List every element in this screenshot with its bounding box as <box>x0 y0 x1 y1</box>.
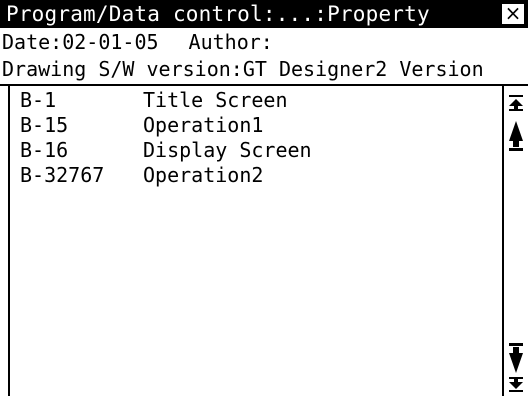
title-bar: Program/Data control:...:Property × <box>0 0 528 28</box>
close-button[interactable]: × <box>501 3 525 25</box>
list-item[interactable]: B-16 Display Screen <box>20 138 482 163</box>
screen-id: B-32767 <box>20 163 105 187</box>
arrow-up-icon <box>509 121 523 151</box>
window-title: Program/Data control:...:Property <box>6 2 430 26</box>
screen-id: B-15 <box>20 113 69 137</box>
scroll-up-button[interactable] <box>504 116 528 156</box>
screen-name: Title Screen <box>143 88 288 112</box>
list-item[interactable]: B-1 Title Screen <box>20 88 482 113</box>
scroll-to-top-button[interactable] <box>504 92 528 114</box>
property-window: Program/Data control:...:Property × Date… <box>0 0 528 396</box>
vertical-scrollbar[interactable] <box>502 86 528 396</box>
date-label: Date:02-01-05 <box>2 30 159 54</box>
screen-list: B-1 Title Screen B-15 Operation1 B-16 Di… <box>20 88 482 396</box>
arrow-down-icon <box>509 343 523 373</box>
list-item[interactable]: B-15 Operation1 <box>20 113 482 138</box>
scroll-to-top-icon <box>509 95 523 111</box>
author-label: Author: <box>188 30 273 54</box>
screen-id: B-16 <box>20 138 69 162</box>
list-item[interactable]: B-32767 Operation2 <box>20 163 482 188</box>
screen-name: Operation2 <box>143 163 264 187</box>
screen-list-box: B-1 Title Screen B-15 Operation1 B-16 Di… <box>8 86 528 396</box>
scroll-to-bottom-button[interactable] <box>504 376 528 394</box>
software-version-line: Drawing S/W version:GT Designer2 Version <box>2 57 484 81</box>
date-author-line: Date:02-01-05 Author: <box>0 30 528 56</box>
screen-name: Operation1 <box>143 113 264 137</box>
screen-name: Display Screen <box>143 138 312 162</box>
scroll-to-bottom-icon <box>509 377 523 392</box>
scroll-down-button[interactable] <box>504 338 528 378</box>
screen-id: B-1 <box>20 88 57 112</box>
